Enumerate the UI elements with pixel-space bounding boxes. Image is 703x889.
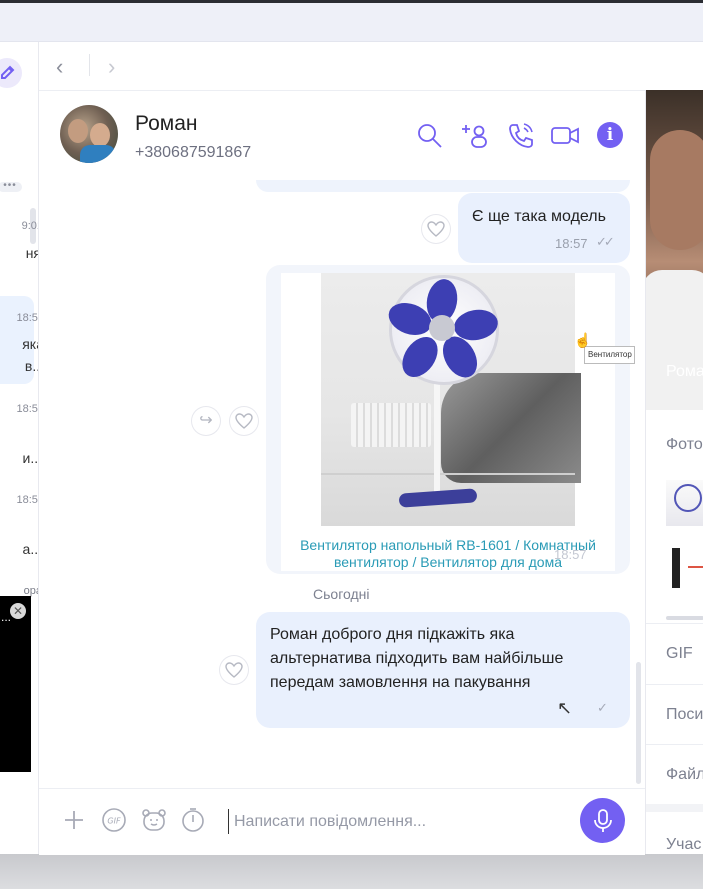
contact-avatar[interactable] bbox=[60, 105, 118, 163]
video-call-button[interactable] bbox=[550, 120, 580, 150]
gif-button[interactable]: GIF bbox=[101, 807, 127, 833]
section-divider bbox=[646, 684, 703, 685]
image-tooltip: Вентилятор bbox=[584, 346, 635, 364]
sent-tick-icon: ✓ bbox=[597, 700, 608, 715]
chat-preview: ня bbox=[25, 245, 38, 261]
section-gap bbox=[646, 804, 703, 812]
chat-time: 18:58 bbox=[16, 403, 38, 415]
profile-name: Рома bbox=[666, 363, 703, 380]
product-card[interactable]: Вентилятор напольный RB-1601 / Комнатный… bbox=[281, 273, 615, 571]
links-section-label[interactable]: Поси bbox=[666, 706, 703, 724]
message-text: Роман доброго дня підкажіть яка альтерна… bbox=[270, 626, 564, 691]
hand-cursor-icon: ☝ bbox=[574, 332, 592, 348]
search-icon bbox=[418, 124, 442, 148]
add-user-icon bbox=[462, 125, 487, 148]
like-button[interactable] bbox=[230, 407, 258, 435]
chat-preview: яка bbox=[22, 336, 38, 352]
info-icon[interactable]: i bbox=[597, 122, 623, 148]
attach-button[interactable] bbox=[61, 807, 87, 833]
heart-icon bbox=[225, 662, 243, 678]
messages-scrollbar[interactable] bbox=[636, 662, 641, 784]
add-participant-button[interactable] bbox=[460, 120, 490, 150]
chat-time: 18:55 bbox=[16, 494, 38, 506]
previous-message-bubble bbox=[256, 180, 630, 192]
window-shadow bbox=[0, 854, 703, 889]
video-camera-icon bbox=[551, 127, 579, 144]
heart-icon bbox=[427, 221, 445, 237]
message-text: Є ще така модель bbox=[472, 208, 606, 225]
video-close-button[interactable]: ✕ bbox=[10, 603, 26, 619]
more-dots-pill[interactable]: ••• bbox=[0, 181, 22, 192]
message-time: 18:57 bbox=[555, 236, 588, 251]
gif-section-label[interactable]: GIF bbox=[666, 645, 693, 663]
media-thumbnail[interactable] bbox=[666, 532, 703, 592]
sticker-button[interactable] bbox=[141, 807, 167, 833]
compose-button[interactable] bbox=[0, 58, 22, 88]
sticker-bear-icon bbox=[142, 809, 166, 831]
members-section-label[interactable]: Учас bbox=[666, 836, 701, 854]
date-separator: Сьогодні bbox=[313, 586, 370, 602]
timer-icon bbox=[182, 808, 204, 832]
section-divider bbox=[646, 744, 703, 745]
microphone-icon bbox=[594, 809, 612, 832]
title-bar bbox=[0, 3, 703, 42]
media-scrollbar[interactable] bbox=[666, 616, 703, 620]
like-button[interactable] bbox=[220, 656, 248, 684]
contact-info-panel: Рома Фото GIF Поси Файл Учас bbox=[645, 90, 703, 854]
phone-icon bbox=[509, 123, 533, 148]
voice-message-button[interactable] bbox=[580, 798, 625, 843]
forward-icon: ↪ bbox=[199, 412, 213, 429]
text-caret bbox=[228, 809, 229, 834]
mouse-cursor-icon: ↖ bbox=[557, 698, 573, 718]
svg-text:GIF: GIF bbox=[107, 817, 121, 826]
forward-arrow-icon[interactable]: › bbox=[108, 54, 115, 80]
message-input[interactable] bbox=[234, 810, 564, 834]
chat-time: 9:01 bbox=[21, 220, 38, 232]
forward-button[interactable]: ↪ bbox=[192, 407, 220, 435]
media-thumbnail[interactable] bbox=[666, 480, 703, 526]
photos-section-label[interactable]: Фото bbox=[666, 436, 703, 454]
section-divider bbox=[646, 623, 703, 624]
chat-preview: и... bbox=[22, 450, 39, 466]
close-icon: ✕ bbox=[12, 604, 24, 618]
contact-phone: +380687591867 bbox=[135, 144, 252, 161]
nav-divider bbox=[89, 54, 90, 76]
chat-time: 18:59 bbox=[16, 312, 38, 324]
product-photo[interactable] bbox=[321, 273, 581, 526]
chat-preview: а... bbox=[22, 541, 39, 557]
heart-icon bbox=[235, 413, 253, 429]
timer-button[interactable] bbox=[180, 807, 206, 833]
contact-name[interactable]: Роман bbox=[135, 112, 197, 136]
plus-icon bbox=[65, 811, 83, 829]
chat-preview: в... bbox=[24, 358, 38, 374]
back-arrow-icon[interactable]: ‹ bbox=[56, 54, 63, 80]
contact-profile-photo[interactable] bbox=[646, 90, 703, 410]
read-ticks-icon: ✓✓ bbox=[596, 234, 615, 249]
like-button[interactable] bbox=[422, 215, 450, 243]
compose-icon bbox=[1, 65, 15, 79]
search-button[interactable] bbox=[414, 120, 444, 150]
call-button[interactable] bbox=[506, 120, 536, 150]
files-section-label[interactable]: Файл bbox=[666, 766, 703, 784]
gif-icon: GIF bbox=[102, 808, 126, 832]
message-time: 18:57 bbox=[554, 547, 587, 562]
